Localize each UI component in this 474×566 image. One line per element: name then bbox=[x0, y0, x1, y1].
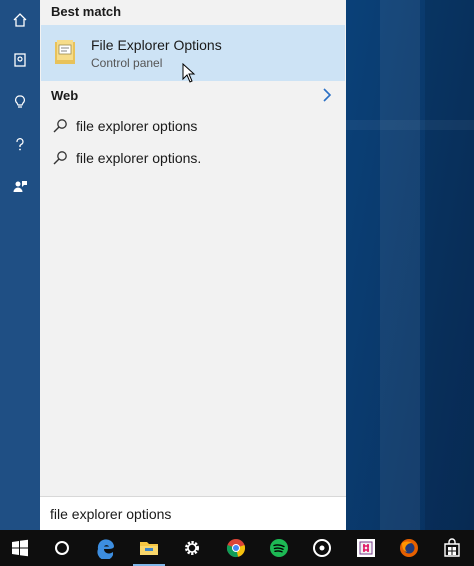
help-button[interactable] bbox=[0, 124, 40, 164]
chrome-icon bbox=[226, 539, 246, 558]
search-input[interactable] bbox=[50, 504, 330, 524]
web-result-label: file explorer options bbox=[76, 118, 198, 134]
edge-taskbar-button[interactable] bbox=[86, 530, 126, 566]
web-result-item[interactable]: file explorer options. bbox=[40, 143, 346, 173]
settings-taskbar-button[interactable] bbox=[172, 530, 212, 566]
windows-start-icon bbox=[12, 539, 28, 557]
best-match-heading: Best match bbox=[51, 4, 122, 19]
file-explorer-icon bbox=[140, 542, 158, 555]
home-button[interactable] bbox=[0, 0, 40, 40]
feedback-icon bbox=[13, 181, 27, 192]
store-icon bbox=[444, 538, 460, 557]
cortana-icon bbox=[55, 541, 69, 555]
search-icon bbox=[53, 151, 67, 165]
start-left-rail bbox=[0, 0, 40, 530]
notebook-icon bbox=[14, 53, 26, 67]
spotify-icon bbox=[270, 539, 288, 557]
file-explorer-taskbar-button[interactable] bbox=[129, 530, 169, 566]
search-icon bbox=[53, 119, 67, 133]
slack-taskbar-button[interactable] bbox=[346, 530, 386, 566]
cortana-button[interactable] bbox=[42, 530, 82, 566]
chrome-taskbar-button[interactable] bbox=[216, 530, 256, 566]
notebook-button[interactable] bbox=[0, 40, 40, 80]
desktop-pane-line bbox=[346, 120, 474, 130]
web-heading: Web bbox=[51, 88, 79, 103]
lightbulb-icon bbox=[15, 95, 25, 108]
edge-icon bbox=[97, 539, 114, 559]
desktop-shadow-beam bbox=[425, 0, 474, 530]
best-match-subtitle: Control panel bbox=[91, 56, 163, 70]
tips-button[interactable] bbox=[0, 82, 40, 122]
groove-music-icon bbox=[313, 539, 331, 557]
start-button[interactable] bbox=[0, 530, 40, 566]
search-box[interactable] bbox=[40, 496, 346, 530]
settings-gear-icon bbox=[185, 541, 199, 555]
spotify-taskbar-button[interactable] bbox=[259, 530, 299, 566]
store-taskbar-button[interactable] bbox=[432, 530, 472, 566]
home-icon bbox=[13, 13, 27, 27]
groove-music-taskbar-button[interactable] bbox=[302, 530, 342, 566]
mouse-cursor-icon bbox=[182, 63, 196, 83]
taskbar bbox=[0, 530, 474, 566]
chevron-right-icon[interactable] bbox=[320, 87, 334, 103]
folder-options-icon bbox=[55, 40, 75, 64]
best-match-title: File Explorer Options bbox=[91, 37, 222, 53]
web-result-label: file explorer options. bbox=[76, 150, 202, 166]
help-icon bbox=[16, 138, 24, 151]
web-result-item[interactable]: file explorer options bbox=[40, 111, 346, 141]
desktop-light-beam bbox=[380, 0, 420, 530]
firefox-taskbar-button[interactable] bbox=[389, 530, 429, 566]
slack-icon bbox=[357, 539, 375, 557]
feedback-button[interactable] bbox=[0, 166, 40, 206]
firefox-icon bbox=[400, 539, 418, 557]
